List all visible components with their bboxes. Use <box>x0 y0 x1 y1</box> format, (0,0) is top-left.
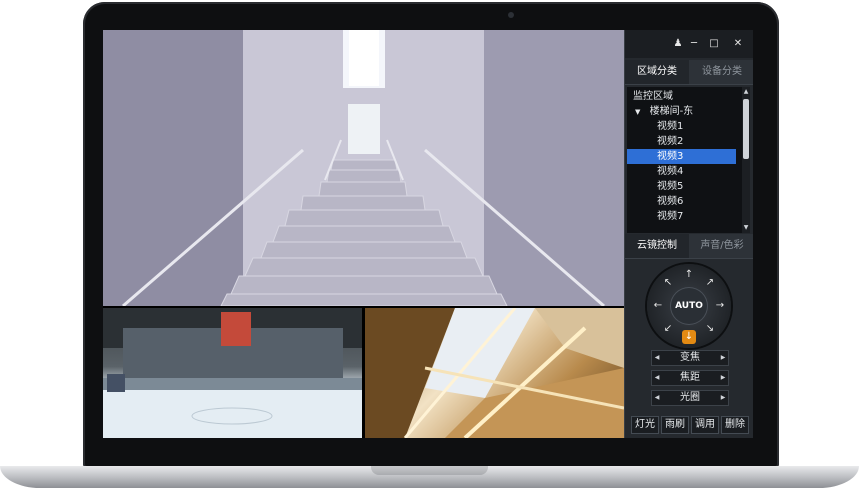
close-icon[interactable]: ✕ <box>731 37 745 51</box>
tree-item[interactable]: 视频2 <box>657 134 683 149</box>
device-tree: 监控区域 ▼ 楼梯间-东 视频1 视频2 视频3 视频4 视频5 视频6 视频7… <box>627 87 750 233</box>
screen: ♟ ─ □ ✕ 区域分类 设备分类 监控区域 ▼ 楼梯间-东 视频1 视频2 视… <box>103 30 753 438</box>
tabs-control: 云镜控制 声音/色彩 <box>625 234 753 259</box>
tree-scrollbar[interactable]: ▲ ▼ <box>742 87 750 233</box>
minimize-icon[interactable]: ─ <box>687 37 701 51</box>
title-bar: ♟ ─ □ ✕ <box>625 30 753 58</box>
arrow-down-right-icon[interactable]: ↘ <box>703 322 717 336</box>
video-main-stairwell[interactable] <box>103 30 624 306</box>
tree-item[interactable]: 视频5 <box>657 179 683 194</box>
ice-rink-scene <box>103 308 362 438</box>
arrow-up-icon[interactable]: ↑ <box>682 268 696 282</box>
tree-item[interactable]: 视频4 <box>657 164 683 179</box>
atrium-scene <box>365 308 624 438</box>
tree-item[interactable]: 视频6 <box>657 194 683 209</box>
tab-area-category[interactable]: 区域分类 <box>625 60 689 84</box>
arrow-down-left-icon[interactable]: ↙ <box>661 322 675 336</box>
arrow-up-left-icon[interactable]: ↖ <box>661 276 675 290</box>
light-button[interactable]: 灯光 <box>631 416 659 434</box>
tree-group-label: 楼梯间-东 <box>649 106 694 117</box>
focus-decrease-icon[interactable]: ◀ <box>652 371 662 385</box>
tree-root[interactable]: 监控区域 <box>633 89 673 104</box>
iris-adjuster: ◀ 光圈 ▶ <box>651 390 729 406</box>
iris-increase-icon[interactable]: ▶ <box>718 391 728 405</box>
tree-item[interactable]: 视频1 <box>657 119 683 134</box>
zoom-decrease-icon[interactable]: ◀ <box>652 351 662 365</box>
video-atrium[interactable] <box>365 308 624 438</box>
recall-button[interactable]: 调用 <box>691 416 719 434</box>
arrow-right-icon[interactable]: → <box>713 299 727 313</box>
ptz-dial: ↑ ↗ → ↘ ↓ ↙ ← ↖ AUTO <box>647 264 731 348</box>
scroll-thumb[interactable] <box>743 99 749 159</box>
stairwell-scene <box>103 30 624 306</box>
arrow-up-right-icon[interactable]: ↗ <box>703 276 717 290</box>
video-ice-rink[interactable] <box>103 308 362 438</box>
auto-button[interactable]: AUTO <box>671 288 707 324</box>
focus-adjuster: ◀ 焦距 ▶ <box>651 370 729 386</box>
laptop-notch <box>371 466 488 475</box>
tab-ptz-control[interactable]: 云镜控制 <box>625 234 689 258</box>
wiper-button[interactable]: 雨刷 <box>661 416 689 434</box>
tab-sound-color[interactable]: 声音/色彩 <box>690 234 753 258</box>
user-icon[interactable]: ♟ <box>671 37 685 51</box>
iris-label: 光圈 <box>680 392 700 403</box>
arrow-down-icon[interactable]: ↓ <box>682 330 696 344</box>
maximize-icon[interactable]: □ <box>707 37 721 51</box>
tabs-category: 区域分类 设备分类 <box>625 60 753 85</box>
zoom-adjuster: ◀ 变焦 ▶ <box>651 350 729 366</box>
tree-item[interactable]: 视频7 <box>657 209 683 224</box>
arrow-left-icon[interactable]: ← <box>651 299 665 313</box>
tree-group[interactable]: ▼ 楼梯间-东 <box>635 104 693 119</box>
tree-item-selected[interactable]: 视频3 <box>627 149 736 164</box>
focus-increase-icon[interactable]: ▶ <box>718 371 728 385</box>
scroll-up-icon[interactable]: ▲ <box>742 87 750 97</box>
iris-decrease-icon[interactable]: ◀ <box>652 391 662 405</box>
scroll-down-icon[interactable]: ▼ <box>742 223 750 233</box>
control-panel: ♟ ─ □ ✕ 区域分类 设备分类 监控区域 ▼ 楼梯间-东 视频1 视频2 视… <box>624 30 753 438</box>
function-buttons: 灯光 雨刷 调用 删除 <box>631 416 749 434</box>
focus-label: 焦距 <box>680 372 700 383</box>
zoom-increase-icon[interactable]: ▶ <box>718 351 728 365</box>
tab-device-category[interactable]: 设备分类 <box>690 60 753 84</box>
delete-button[interactable]: 删除 <box>721 416 749 434</box>
webcam-icon <box>508 12 514 18</box>
chevron-down-icon: ▼ <box>635 108 641 116</box>
zoom-label: 变焦 <box>680 352 700 363</box>
